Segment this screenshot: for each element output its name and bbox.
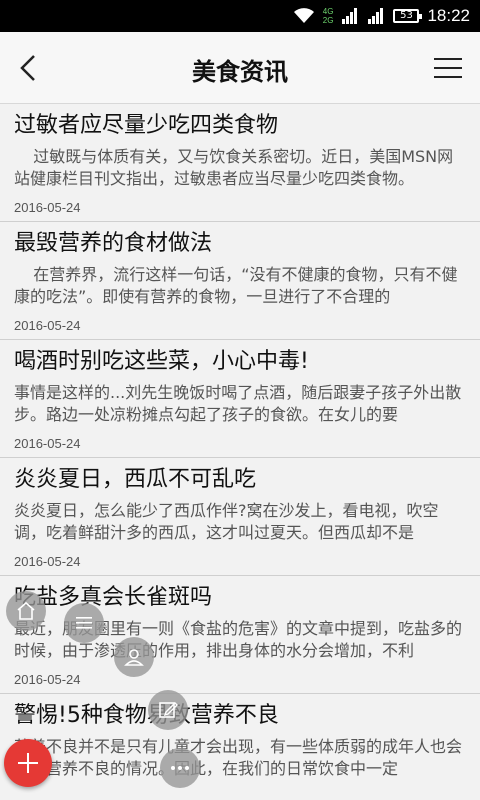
article-feed: 过敏者应尽量少吃四类食物 过敏既与体质有关，又与饮食关系密切。近日，美国MSN网…	[0, 104, 480, 800]
article-date: 2016-05-24	[14, 318, 81, 333]
menu-button[interactable]	[432, 52, 464, 84]
fab-user-button[interactable]	[114, 637, 154, 677]
article-date: 2016-05-24	[14, 672, 81, 687]
network-label-4g: 4G	[322, 7, 334, 16]
fab-edit-button[interactable]	[148, 690, 188, 730]
article-item[interactable]: 喝酒时别吃这些菜，小心中毒! 事情是这样的...刘先生晚饭时喝了点酒，随后跟妻子…	[0, 340, 480, 458]
fab-main-add-button[interactable]	[4, 739, 52, 787]
article-title: 炎炎夏日，西瓜不可乱吃	[14, 467, 257, 492]
status-bar: 4G 2G 53 18:22	[0, 0, 480, 32]
fab-home-button[interactable]	[6, 591, 46, 631]
list-icon	[76, 617, 92, 629]
article-title: 过敏者应尽量少吃四类食物	[14, 113, 279, 138]
status-icons: 4G 2G 53 18:22	[293, 4, 470, 28]
article-date: 2016-05-24	[14, 554, 81, 569]
article-summary: 在营养界，流行这样一句话，“没有不健康的食物，只有不健康的吃法”。即使有营养的食…	[14, 265, 458, 306]
network-type-icon: 4G 2G	[323, 7, 334, 25]
signal-icon-2	[368, 8, 384, 24]
article-item[interactable]: 警惕!5种食物易致营养不良 营养不良并不是只有儿童才会出现，有一些体质弱的成年人…	[0, 694, 480, 800]
article-item[interactable]: 过敏者应尽量少吃四类食物 过敏既与体质有关，又与饮食关系密切。近日，美国MSN网…	[0, 104, 480, 222]
article-title: 警惕!5种食物易致营养不良	[14, 703, 279, 728]
article-summary: 过敏既与体质有关，又与饮食关系密切。近日，美国MSN网站健康栏目刊文指出，过敏患…	[14, 147, 454, 188]
user-icon	[124, 649, 144, 666]
article-item[interactable]: 最毁营养的食材做法 在营养界，流行这样一句话，“没有不健康的食物，只有不健康的吃…	[0, 222, 480, 340]
article-title: 喝酒时别吃这些菜，小心中毒!	[14, 349, 309, 374]
nav-bar: 美食资讯	[0, 32, 480, 104]
article-summary: 营养不良并不是只有儿童才会出现，有一些体质弱的成年人也会出现营养不良的情况。因此…	[14, 737, 463, 778]
signal-icon	[342, 8, 358, 24]
edit-icon	[159, 702, 178, 718]
battery-icon: 53	[393, 9, 423, 23]
article-summary: 事情是这样的...刘先生晚饭时喝了点酒，随后跟妻子孩子外出散步。路边一处凉粉摊点…	[14, 383, 462, 424]
article-title: 最毁营养的食材做法	[14, 231, 213, 256]
plus-icon	[18, 753, 38, 773]
article-date: 2016-05-24	[14, 436, 81, 451]
wifi-icon	[293, 8, 314, 23]
status-time: 18:22	[427, 6, 470, 25]
home-icon	[17, 601, 35, 620]
article-item[interactable]: 炎炎夏日，西瓜不可乱吃 炎炎夏日，怎么能少了西瓜作伴?窝在沙发上，看电视，吹空调…	[0, 458, 480, 576]
fab-more-button[interactable]	[160, 748, 200, 788]
fab-list-button[interactable]	[64, 603, 104, 643]
article-summary: 炎炎夏日，怎么能少了西瓜作伴?窝在沙发上，看电视，吹空调，吃着鲜甜汁多的西瓜，这…	[14, 501, 439, 542]
more-icon	[171, 766, 189, 770]
article-date: 2016-05-24	[14, 200, 81, 215]
network-label-2g: 2G	[322, 16, 334, 25]
hamburger-menu-icon	[434, 58, 462, 78]
page-title: 美食资讯	[192, 58, 288, 86]
